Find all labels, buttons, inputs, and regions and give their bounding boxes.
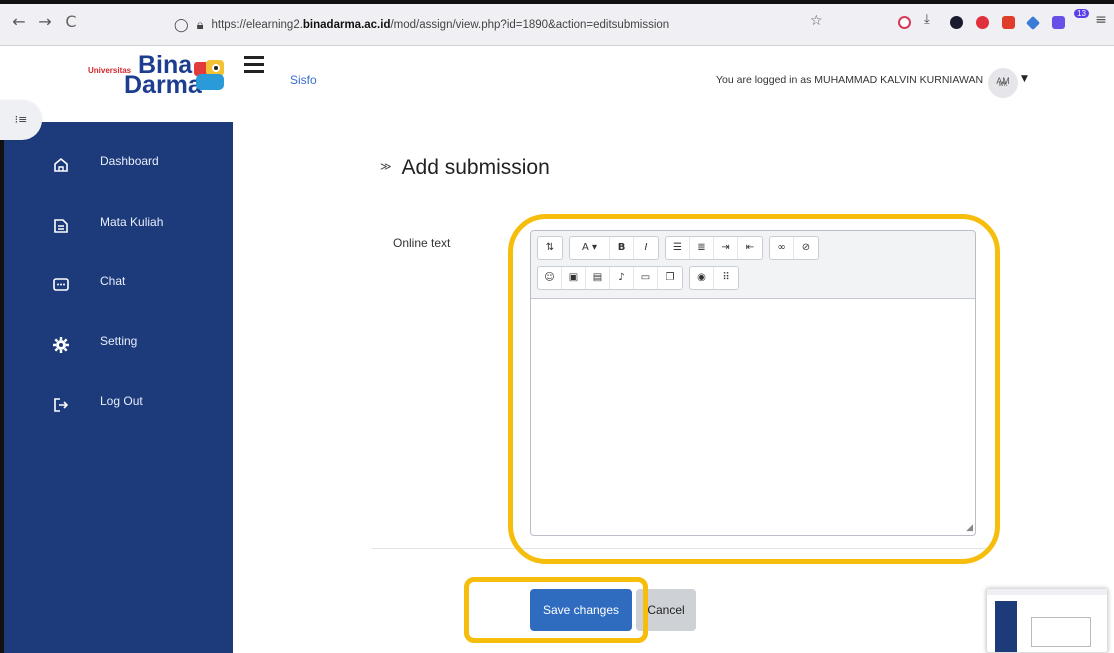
resize-handle-icon[interactable]: ◢ xyxy=(966,523,973,533)
chevron-down-icon[interactable]: ▼ xyxy=(1021,74,1028,84)
pocket-icon[interactable] xyxy=(898,16,911,29)
document-icon xyxy=(54,219,68,233)
logged-in-text: You are logged in as MUHAMMAD KALVIN KUR… xyxy=(716,74,984,86)
indent-icon[interactable]: ⇥ xyxy=(714,237,738,259)
microphone-icon[interactable]: ♪ xyxy=(610,267,634,289)
emoji-icon[interactable]: ☺ xyxy=(538,267,562,289)
chat-icon xyxy=(53,278,69,291)
logo-mark-icon xyxy=(194,60,224,90)
font-style-icon[interactable]: A ▾ xyxy=(570,237,610,259)
drawer-toggle-icon[interactable]: ⁝≡ xyxy=(0,100,42,140)
sidebar-item-log-out[interactable]: Log Out xyxy=(52,392,232,420)
extension-dark-icon[interactable] xyxy=(950,16,963,29)
site-header: Universitas Bina Darma Sisfo You are log… xyxy=(0,46,1114,122)
menu-icon[interactable]: ≡ xyxy=(1090,12,1112,28)
editor-toolbar: ⇅ A ▾ B I ☰ ≣ ⇥ ⇤ ∞ ⊘ ☺ ▣ ▤ ♪ ▭ ❐ ◉ ⠿ xyxy=(531,231,975,299)
italic-icon[interactable]: I xyxy=(634,237,658,259)
editor-content-area[interactable] xyxy=(531,300,975,535)
nav-link-sisfo[interactable]: Sisfo xyxy=(290,73,317,87)
online-text-editor: ⇅ A ▾ B I ☰ ≣ ⇥ ⇤ ∞ ⊘ ☺ ▣ ▤ ♪ ▭ ❐ ◉ ⠿ ◢ xyxy=(530,230,976,536)
video-icon[interactable]: ▭ xyxy=(634,267,658,289)
url-text[interactable]: https://elearning2.binadarma.ac.id/mod/a… xyxy=(211,19,669,31)
reload-button[interactable]: C xyxy=(60,12,82,31)
gear-icon xyxy=(53,337,69,353)
screenshot-thumbnail[interactable] xyxy=(986,588,1108,653)
sidebar-item-dashboard[interactable]: Dashboard xyxy=(52,152,232,180)
collapse-chevron-icon[interactable]: ≫ xyxy=(380,161,392,173)
media-icon[interactable]: ▤ xyxy=(586,267,610,289)
lock-icon: 🔒︎ xyxy=(196,17,204,32)
ordered-list-icon[interactable]: ≣ xyxy=(690,237,714,259)
sidebar-item-mata-kuliah[interactable]: Mata Kuliah xyxy=(52,213,232,241)
accessibility-icon[interactable]: ◉ xyxy=(690,267,714,289)
forward-button[interactable]: → xyxy=(34,12,56,31)
ublock-icon[interactable] xyxy=(1002,16,1015,29)
bookmark-star-icon[interactable]: ☆ xyxy=(810,13,823,29)
extension-purple-icon[interactable] xyxy=(1052,16,1065,29)
back-button[interactable]: ← xyxy=(8,12,30,31)
address-bar[interactable]: ◯ 🔒︎ https://elearning2.binadarma.ac.id/… xyxy=(174,12,854,38)
unlink-icon[interactable]: ⊘ xyxy=(794,237,818,259)
hamburger-menu-icon[interactable] xyxy=(244,56,264,77)
browser-toolbar: ← → C ◯ 🔒︎ https://elearning2.binadarma.… xyxy=(0,0,1114,46)
form-divider xyxy=(372,548,992,549)
logout-icon xyxy=(54,398,69,412)
sidebar-item-chat[interactable]: Chat xyxy=(52,272,232,300)
adblock-icon[interactable] xyxy=(976,16,989,29)
extension-blue-icon[interactable] xyxy=(1025,15,1041,31)
sidebar: Dashboard Mata Kuliah Chat Setting Log O… xyxy=(0,122,233,653)
bold-icon[interactable]: B xyxy=(610,237,634,259)
shield-icon: ◯ xyxy=(174,17,189,32)
image-icon[interactable]: ▣ xyxy=(562,267,586,289)
outdent-icon[interactable]: ⇤ xyxy=(738,237,762,259)
unordered-list-icon[interactable]: ☰ xyxy=(666,237,690,259)
extension-badge: 13 xyxy=(1074,9,1089,18)
more-icon[interactable]: ⠿ xyxy=(714,267,738,289)
home-icon xyxy=(54,157,68,172)
cancel-button[interactable]: Cancel xyxy=(636,589,696,631)
link-icon[interactable]: ∞ xyxy=(770,237,794,259)
copy-icon[interactable]: ❐ xyxy=(658,267,682,289)
sidebar-item-setting[interactable]: Setting xyxy=(52,332,232,360)
toolbar-toggle-icon[interactable]: ⇅ xyxy=(538,237,562,259)
save-changes-button[interactable]: Save changes xyxy=(530,589,632,631)
online-text-label: Online text xyxy=(393,236,451,250)
avatar[interactable]: AM MK xyxy=(988,68,1018,98)
page-title: ≫ Add submission xyxy=(380,156,550,179)
download-icon[interactable]: ⤓ xyxy=(924,12,937,27)
